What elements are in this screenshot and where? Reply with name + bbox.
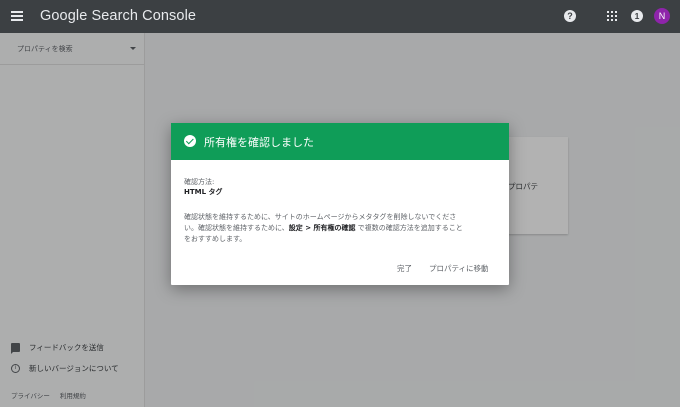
- verification-dialog: 所有権を確認しました 確認方法: HTML タグ 確認状態を維持するために、サイ…: [171, 123, 509, 285]
- settings-path-text: 設定 > 所有権の確認: [288, 224, 356, 232]
- apps-grid-icon[interactable]: [607, 11, 617, 21]
- notifications-icon[interactable]: 1: [631, 10, 643, 22]
- description-line: をおすすめします。: [184, 235, 247, 243]
- done-button[interactable]: 完了: [397, 263, 412, 274]
- verification-method-label: 確認方法:: [184, 178, 215, 186]
- dialog-header: 所有権を確認しました: [171, 123, 509, 160]
- description-text: で複数の確認方法を追加すること: [355, 224, 463, 232]
- top-app-bar: Google Search Console ? 1 N: [0, 0, 680, 33]
- description-text: い。確認状態を維持するために、: [184, 224, 289, 232]
- verification-method-value: HTML タグ: [184, 188, 223, 196]
- app-title[interactable]: Google Search Console: [40, 8, 196, 24]
- help-icon[interactable]: ?: [564, 10, 576, 22]
- dialog-description: 確認状態を維持するために、サイトのホームページからメタタグを削除しないでくださ …: [184, 212, 496, 245]
- hamburger-menu-icon[interactable]: [11, 11, 23, 21]
- description-line: い。確認状態を維持するために、設定 > 所有権の確認 で複数の確認方法を追加する…: [184, 223, 496, 234]
- go-to-property-button[interactable]: プロパティに移動: [429, 263, 489, 274]
- check-circle-icon: [184, 135, 196, 147]
- description-line: 確認状態を維持するために、サイトのホームページからメタタグを削除しないでくださ: [184, 213, 457, 221]
- avatar[interactable]: N: [654, 8, 670, 24]
- dialog-title: 所有権を確認しました: [204, 136, 314, 149]
